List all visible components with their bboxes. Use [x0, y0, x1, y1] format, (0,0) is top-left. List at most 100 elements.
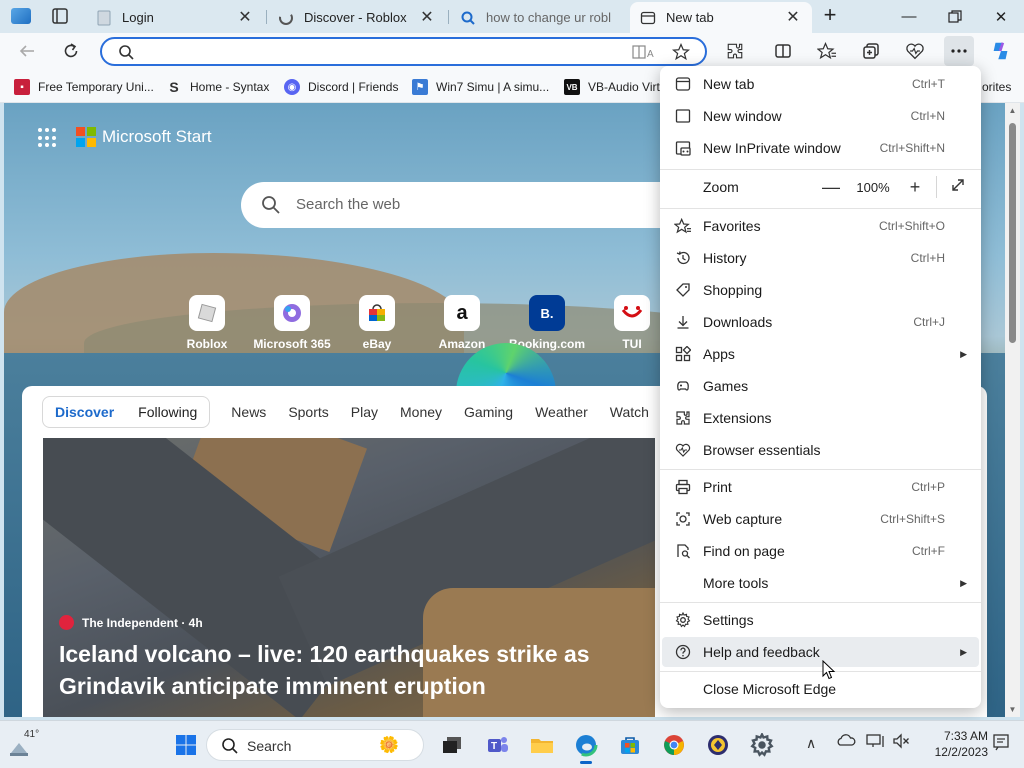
page-scrollbar[interactable]: ▲ ▼ — [1005, 103, 1020, 717]
menu-item-find-on-page[interactable]: Find on page Ctrl+F — [662, 536, 979, 566]
tab-weather[interactable]: Weather — [524, 404, 599, 420]
back-button[interactable] — [12, 36, 42, 66]
start-button[interactable] — [170, 729, 202, 761]
chrome-icon[interactable] — [658, 729, 690, 761]
zoom-in-button[interactable]: + — [902, 177, 928, 198]
teams-icon[interactable]: T — [482, 729, 514, 761]
system-clock[interactable]: 7:33 AM 12/2/2023 — [918, 728, 988, 760]
tab-login[interactable]: Login ✕ — [86, 2, 264, 33]
scroll-down-icon[interactable]: ▼ — [1007, 705, 1018, 714]
quick-link-roblox[interactable]: Roblox — [167, 295, 247, 351]
menu-item-new-tab[interactable]: New tab Ctrl+T — [662, 69, 979, 99]
tab-discover-roblox[interactable]: Discover - Roblox ✕ — [268, 2, 446, 33]
quick-link-ebay[interactable]: eBay — [337, 295, 417, 351]
publisher-icon — [59, 615, 74, 630]
tab-search-result[interactable]: how to change ur robl — [450, 2, 630, 33]
other-favorites[interactable]: orites — [982, 78, 1011, 96]
vpn-app-icon[interactable] — [702, 729, 734, 761]
menu-item-games[interactable]: Games — [662, 371, 979, 401]
menu-item-extensions[interactable]: Extensions — [662, 403, 979, 433]
menu-item-new-window[interactable]: New window Ctrl+N — [662, 101, 979, 131]
network-icon[interactable] — [866, 733, 886, 752]
workspaces-icon[interactable] — [8, 5, 34, 27]
app-launcher-icon[interactable] — [38, 128, 58, 148]
close-icon[interactable]: ✕ — [418, 9, 436, 27]
microsoft-logo-icon — [76, 127, 96, 147]
menu-item-close-edge[interactable]: Close Microsoft Edge — [662, 674, 979, 704]
history-icon — [674, 249, 692, 267]
favorite-vb-audio[interactable]: VB VB-Audio Virt — [564, 78, 660, 96]
tab-news[interactable]: News — [220, 404, 277, 420]
microsoft-store-icon[interactable] — [614, 729, 646, 761]
menu-item-downloads[interactable]: Downloads Ctrl+J — [662, 307, 979, 337]
quick-link-booking[interactable]: B. Booking.com — [507, 295, 587, 351]
collections-icon[interactable] — [856, 36, 886, 66]
taskbar-search[interactable]: Search 🌼 — [206, 729, 424, 761]
menu-item-settings[interactable]: Settings — [662, 605, 979, 635]
browser-essentials-icon[interactable] — [900, 36, 930, 66]
web-search-box[interactable]: Search the web — [241, 182, 711, 228]
close-icon[interactable]: ✕ — [236, 9, 254, 27]
tab-sports[interactable]: Sports — [277, 404, 339, 420]
favorite-discord[interactable]: ◉ Discord | Friends — [284, 78, 398, 96]
hero-article-card[interactable]: The Independent · 4h Iceland volcano – l… — [43, 438, 655, 717]
address-bar[interactable]: A — [100, 37, 707, 66]
menu-item-favorites[interactable]: Favorites Ctrl+Shift+O — [662, 211, 979, 241]
quick-link-amazon[interactable]: a Amazon — [422, 295, 502, 351]
onedrive-cloud-icon[interactable] — [836, 733, 856, 750]
minimize-button[interactable]: — — [886, 0, 932, 33]
close-icon[interactable]: ✕ — [784, 9, 802, 27]
favorite-home-syntax[interactable]: S Home - Syntax — [166, 78, 269, 96]
tab-actions-icon[interactable] — [46, 5, 74, 27]
article-headline[interactable]: Iceland volcano – live: 120 earthquakes … — [59, 638, 619, 702]
tab-new-tab[interactable]: New tab ✕ — [630, 2, 812, 33]
menu-item-new-inprivate-window[interactable]: New InPrivate window Ctrl+Shift+N — [662, 133, 979, 163]
volume-muted-icon[interactable] — [892, 733, 910, 752]
close-window-button[interactable]: ✕ — [978, 0, 1024, 33]
menu-item-help-and-feedback[interactable]: Help and feedback ▶ — [662, 637, 979, 667]
zoom-out-button[interactable]: — — [818, 177, 844, 198]
file-explorer-icon[interactable] — [526, 729, 558, 761]
tab-following[interactable]: Following — [126, 404, 209, 420]
menu-item-print[interactable]: Print Ctrl+P — [662, 472, 979, 502]
edge-taskbar-icon[interactable] — [570, 729, 602, 764]
menu-item-shopping[interactable]: Shopping — [662, 275, 979, 305]
menu-item-web-capture[interactable]: Web capture Ctrl+Shift+S — [662, 504, 979, 534]
restore-button[interactable] — [932, 0, 978, 33]
gear-icon — [674, 611, 692, 629]
add-favorite-icon[interactable] — [671, 42, 691, 64]
settings-and-more-button[interactable] — [944, 36, 974, 66]
favorite-free-temporary[interactable]: ▪ Free Temporary Uni... — [14, 78, 154, 96]
menu-shortcut: Ctrl+H — [910, 251, 945, 265]
bookmark-icon: ▪ — [14, 79, 30, 95]
read-aloud-icon[interactable]: A — [632, 44, 654, 63]
refresh-button[interactable] — [56, 36, 86, 66]
copilot-icon[interactable] — [986, 36, 1016, 66]
extensions-icon[interactable] — [720, 36, 750, 66]
tab-play[interactable]: Play — [340, 404, 389, 420]
address-input[interactable] — [146, 42, 616, 62]
show-hidden-icons-chevron-up-icon[interactable]: ∧ — [806, 735, 816, 752]
new-tab-button[interactable]: + — [816, 4, 844, 28]
favorites-icon[interactable] — [812, 36, 842, 66]
settings-app-icon[interactable] — [746, 729, 778, 761]
fullscreen-icon[interactable] — [945, 177, 971, 198]
tab-money[interactable]: Money — [389, 404, 453, 420]
tab-watch[interactable]: Watch — [599, 404, 660, 420]
notifications-icon[interactable] — [992, 733, 1010, 754]
quick-link-microsoft-365[interactable]: Microsoft 365 — [252, 295, 332, 351]
task-view-icon[interactable] — [436, 729, 468, 761]
menu-item-apps[interactable]: Apps ▶ — [662, 339, 979, 369]
weather-widget[interactable]: 41° — [8, 727, 48, 763]
scroll-up-icon[interactable]: ▲ — [1007, 106, 1018, 115]
split-screen-icon[interactable] — [768, 36, 798, 66]
favorite-win7-simu[interactable]: ⚑ Win7 Simu | A simu... — [412, 78, 549, 96]
menu-item-more-tools[interactable]: More tools ▶ — [662, 568, 979, 598]
menu-item-history[interactable]: History Ctrl+H — [662, 243, 979, 273]
scrollbar-thumb[interactable] — [1009, 123, 1016, 343]
tab-gaming[interactable]: Gaming — [453, 404, 524, 420]
tab-discover[interactable]: Discover — [43, 404, 126, 420]
chevron-right-icon: ▶ — [960, 646, 967, 657]
menu-label: More tools — [703, 575, 769, 591]
menu-item-browser-essentials[interactable]: Browser essentials — [662, 435, 979, 465]
